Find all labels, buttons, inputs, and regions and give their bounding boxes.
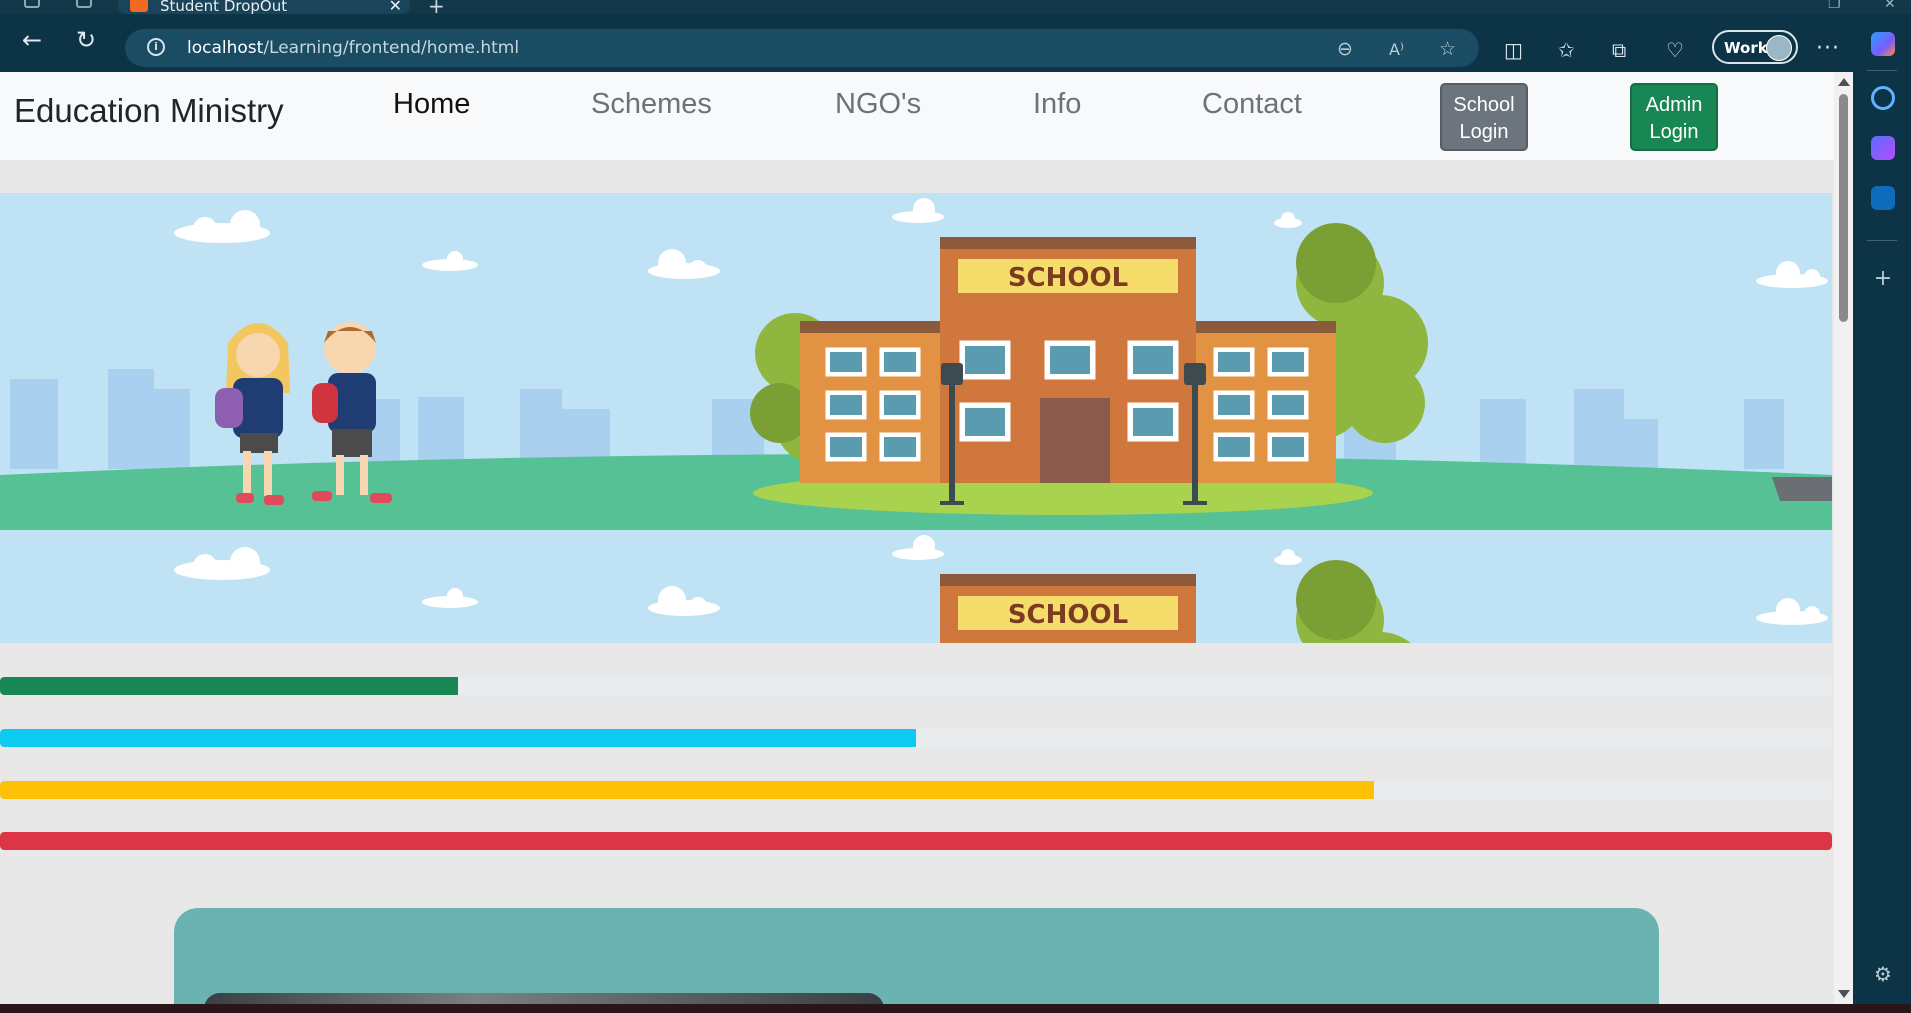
taskbar-edge (0, 1004, 1911, 1013)
favorites-list-icon[interactable]: ✩ (1558, 38, 1575, 62)
sidebar-divider (1867, 70, 1897, 71)
url-text[interactable]: localhost/Learning/frontend/home.html (187, 38, 519, 58)
scrollbar-thumb[interactable] (1839, 94, 1848, 322)
browser-tab-active[interactable]: Student DropOut ✕ (118, 0, 410, 14)
back-icon[interactable]: ← (22, 28, 42, 52)
copilot-icon[interactable] (1871, 32, 1895, 56)
profile-button[interactable]: Work (1712, 30, 1798, 64)
page-scrollbar[interactable] (1834, 72, 1853, 1004)
school-sign-text-repeat: SCHOOL (1008, 600, 1128, 630)
vertical-tabs-icon[interactable] (76, 0, 92, 8)
nav-home[interactable]: Home (393, 88, 470, 121)
school-sign-text: SCHOOL (1008, 263, 1128, 293)
tab-strip: Student DropOut ✕ + ❐ ✕ (0, 0, 1911, 14)
school-login-button[interactable]: School Login (1440, 83, 1528, 151)
heart-pulse-icon[interactable]: ♡ (1666, 38, 1684, 62)
zoom-out-icon[interactable]: ⊖ (1337, 38, 1353, 60)
progress-danger (0, 832, 1832, 850)
hero-banner: SCHOOL SCHOOL (0, 193, 1832, 643)
avatar (1766, 35, 1792, 61)
refresh-icon[interactable]: ↻ (76, 28, 96, 52)
copilot-designer-icon[interactable] (1871, 136, 1895, 160)
brand-title[interactable]: Education Ministry (14, 92, 284, 130)
progress-success (0, 677, 1832, 695)
new-tab-icon[interactable]: + (428, 0, 445, 14)
nav-ngos[interactable]: NGO's (835, 88, 921, 121)
gear-icon[interactable]: ⚙ (1871, 962, 1895, 986)
close-window-icon[interactable]: ✕ (1884, 0, 1896, 12)
read-aloud-icon[interactable]: A⁾ (1389, 40, 1404, 59)
profile-label: Work (1724, 39, 1768, 57)
browser-toolbar: ← ↻ i localhost/Learning/frontend/home.h… (0, 14, 1853, 72)
tab-title: Student DropOut (160, 0, 288, 14)
card-image (204, 993, 884, 1004)
progress-fill (0, 677, 458, 695)
plus-icon[interactable]: + (1871, 268, 1895, 292)
site-favicon-icon (130, 0, 148, 12)
scroll-down-icon[interactable] (1838, 990, 1850, 998)
scroll-up-icon[interactable] (1838, 78, 1850, 86)
admin-login-button[interactable]: Admin Login (1630, 83, 1718, 151)
collections-icon[interactable]: ⧉ (1612, 38, 1626, 62)
progress-fill (0, 832, 1832, 850)
workspaces-icon[interactable] (24, 0, 40, 8)
sidebar-divider (1867, 240, 1897, 241)
nav-schemes[interactable]: Schemes (591, 88, 712, 121)
nav-contact[interactable]: Contact (1202, 88, 1302, 121)
split-screen-icon[interactable]: ◫ (1504, 38, 1523, 62)
star-icon[interactable]: ☆ (1439, 38, 1456, 60)
address-bar[interactable]: i localhost/Learning/frontend/home.html … (125, 29, 1479, 67)
site-navbar: Education Ministry Home Schemes NGO's In… (0, 72, 1834, 160)
progress-fill (0, 781, 1374, 799)
progress-info (0, 729, 1832, 747)
school-illustration: SCHOOL SCHOOL (0, 193, 1832, 643)
edge-sidebar: + ⚙ (1853, 14, 1911, 1013)
restore-window-icon[interactable]: ❐ (1828, 0, 1841, 12)
progress-fill (0, 729, 916, 747)
nav-info[interactable]: Info (1033, 88, 1081, 121)
tab-close-icon[interactable]: ✕ (389, 0, 402, 14)
content-card (174, 908, 1659, 1004)
outlook-icon[interactable] (1871, 186, 1895, 210)
search-icon[interactable] (1871, 86, 1895, 110)
ellipsis-icon[interactable]: ··· (1816, 36, 1840, 61)
info-icon[interactable]: i (147, 38, 165, 56)
progress-warning (0, 781, 1832, 799)
page-viewport: Education Ministry Home Schemes NGO's In… (0, 72, 1834, 1004)
